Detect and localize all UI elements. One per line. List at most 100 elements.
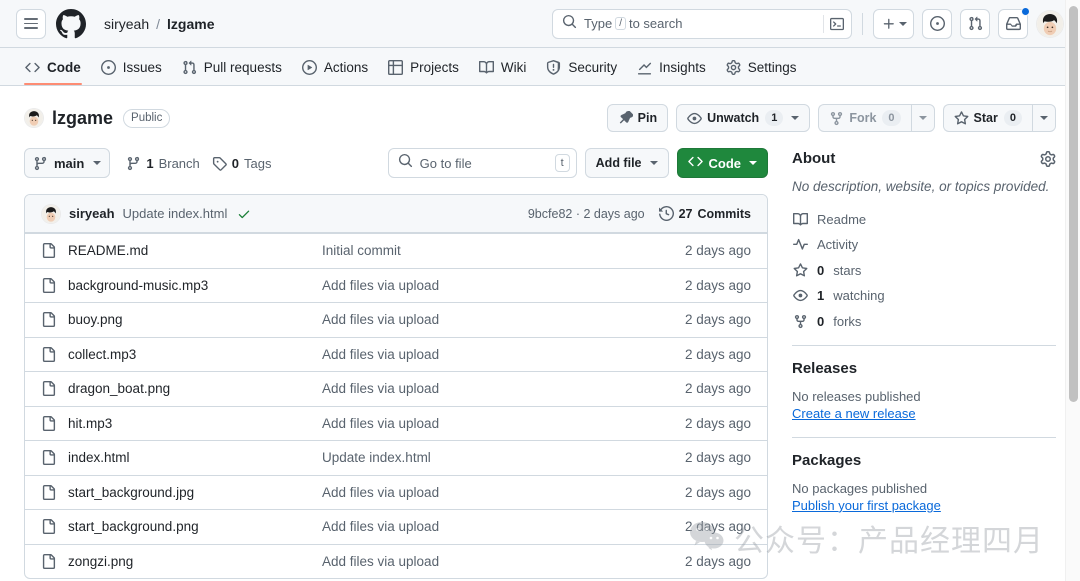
- file-commit-message[interactable]: Add files via upload: [322, 347, 685, 362]
- star-button[interactable]: Star 0: [943, 104, 1032, 132]
- publish-package-link[interactable]: Publish your first package: [792, 498, 1056, 513]
- play-icon: [302, 60, 317, 75]
- file-name[interactable]: start_background.png: [68, 519, 322, 534]
- check-icon[interactable]: [237, 207, 251, 221]
- fork-button[interactable]: Fork 0: [818, 104, 910, 132]
- file-icon: [41, 416, 57, 431]
- tag-count-link[interactable]: 0 Tags: [212, 156, 272, 171]
- scrollbar-thumb[interactable]: [1069, 6, 1078, 402]
- file-name[interactable]: hit.mp3: [68, 416, 322, 431]
- file-time: 2 days ago: [685, 416, 751, 431]
- git-pull-request-icon: [182, 60, 197, 75]
- commits-count-link[interactable]: 27 Commits: [659, 206, 751, 221]
- tab-actions[interactable]: Actions: [293, 49, 377, 85]
- commit-sha-time[interactable]: 9bcfe82 · 2 days ago: [528, 207, 645, 221]
- table-row[interactable]: hit.mp3 Add files via upload 2 days ago: [25, 406, 767, 441]
- file-commit-message[interactable]: Add files via upload: [322, 416, 685, 431]
- search-input[interactable]: Type / to search: [552, 9, 852, 39]
- file-name[interactable]: start_background.jpg: [68, 485, 322, 500]
- table-row[interactable]: index.html Update index.html 2 days ago: [25, 440, 767, 475]
- file-commit-message[interactable]: Add files via upload: [322, 485, 685, 500]
- tab-label: Wiki: [501, 60, 527, 75]
- file-commit-message[interactable]: Add files via upload: [322, 519, 685, 534]
- tab-issues[interactable]: Issues: [92, 49, 171, 85]
- branch-label: main: [54, 156, 84, 171]
- create-release-link[interactable]: Create a new release: [792, 406, 1056, 421]
- tab-projects[interactable]: Projects: [379, 49, 468, 85]
- repo-owner-avatar[interactable]: [24, 108, 44, 128]
- tab-settings[interactable]: Settings: [717, 49, 806, 85]
- branch-count-link[interactable]: 1 Branch: [126, 156, 199, 171]
- tab-insights[interactable]: Insights: [628, 49, 715, 85]
- tab-wiki[interactable]: Wiki: [470, 49, 536, 85]
- tab-label: Settings: [748, 60, 797, 75]
- pin-label: Pin: [638, 111, 657, 125]
- file-commit-message[interactable]: Add files via upload: [322, 554, 685, 569]
- file-commit-message[interactable]: Update index.html: [322, 450, 685, 465]
- command-palette-icon[interactable]: [823, 15, 844, 33]
- tab-code[interactable]: Code: [16, 49, 90, 85]
- fork-dropdown-button[interactable]: [911, 104, 935, 132]
- readme-link[interactable]: Readme: [792, 212, 1056, 227]
- tab-security[interactable]: Security: [537, 49, 626, 85]
- stars-link[interactable]: 0 stars: [792, 263, 1056, 278]
- avatar[interactable]: [1036, 10, 1064, 38]
- table-row[interactable]: start_background.jpg Add files via uploa…: [25, 475, 767, 510]
- unwatch-button[interactable]: Unwatch 1: [676, 104, 810, 132]
- breadcrumb-repo[interactable]: lzgame: [167, 16, 214, 32]
- breadcrumb-owner[interactable]: siryeah: [104, 16, 149, 32]
- main-column: main 1 Branch 0 Tags: [24, 148, 768, 579]
- commit-message[interactable]: Update index.html: [123, 206, 228, 221]
- pin-button[interactable]: Pin: [607, 104, 668, 132]
- file-commit-message[interactable]: Add files via upload: [322, 312, 685, 327]
- table-row[interactable]: background-music.mp3 Add files via uploa…: [25, 268, 767, 303]
- file-commit-message[interactable]: Add files via upload: [322, 381, 685, 396]
- star-dropdown-button[interactable]: [1032, 104, 1056, 132]
- gear-icon[interactable]: [1040, 151, 1056, 167]
- go-to-file-input[interactable]: Go to file t: [388, 148, 577, 178]
- notifications-button[interactable]: [998, 9, 1028, 39]
- table-row[interactable]: start_background.png Add files via uploa…: [25, 509, 767, 544]
- code-button[interactable]: Code: [677, 148, 769, 178]
- tab-label: Security: [568, 60, 617, 75]
- table-row[interactable]: README.md Initial commit 2 days ago: [25, 233, 767, 268]
- table-row[interactable]: zongzi.png Add files via upload 2 days a…: [25, 544, 767, 579]
- file-name[interactable]: zongzi.png: [68, 554, 322, 569]
- create-new-button[interactable]: [873, 9, 914, 39]
- breadcrumb-separator: /: [156, 16, 160, 32]
- activity-link[interactable]: Activity: [792, 237, 1056, 252]
- file-icon: [41, 519, 57, 534]
- fork-label: Fork: [849, 111, 876, 125]
- branch-selector[interactable]: main: [24, 148, 110, 178]
- file-name[interactable]: collect.mp3: [68, 347, 322, 362]
- tab-pull-requests[interactable]: Pull requests: [173, 49, 291, 85]
- file-name[interactable]: buoy.png: [68, 312, 322, 327]
- file-name[interactable]: background-music.mp3: [68, 278, 322, 293]
- file-name[interactable]: index.html: [68, 450, 322, 465]
- github-logo-icon[interactable]: [56, 8, 88, 40]
- forks-label: forks: [833, 314, 861, 329]
- file-commit-message[interactable]: Add files via upload: [322, 278, 685, 293]
- pull-requests-button[interactable]: [960, 9, 990, 39]
- watching-link[interactable]: 1 watching: [792, 288, 1056, 303]
- forks-link[interactable]: 0 forks: [792, 314, 1056, 329]
- table-row[interactable]: dragon_boat.png Add files via upload 2 d…: [25, 371, 767, 406]
- table-row[interactable]: collect.mp3 Add files via upload 2 days …: [25, 337, 767, 372]
- repo-body: main 1 Branch 0 Tags: [0, 134, 1080, 579]
- file-commit-message[interactable]: Initial commit: [322, 243, 685, 258]
- issues-button[interactable]: [922, 9, 952, 39]
- commit-author-avatar[interactable]: [41, 204, 61, 224]
- commit-meta: 9bcfe82 · 2 days ago 27 Commits: [528, 206, 751, 221]
- scrollbar[interactable]: [1065, 0, 1080, 581]
- add-file-button[interactable]: Add file: [585, 148, 669, 178]
- commit-author[interactable]: siryeah: [69, 206, 115, 221]
- table-row[interactable]: buoy.png Add files via upload 2 days ago: [25, 302, 767, 337]
- git-branch-icon: [126, 156, 141, 171]
- page-title[interactable]: lzgame: [52, 108, 113, 129]
- table-icon: [388, 60, 403, 75]
- hamburger-icon[interactable]: [16, 9, 46, 39]
- file-name[interactable]: dragon_boat.png: [68, 381, 322, 396]
- chevron-down-icon: [650, 161, 658, 165]
- file-name[interactable]: README.md: [68, 243, 322, 258]
- global-header: siryeah / lzgame Type / to search: [0, 0, 1080, 48]
